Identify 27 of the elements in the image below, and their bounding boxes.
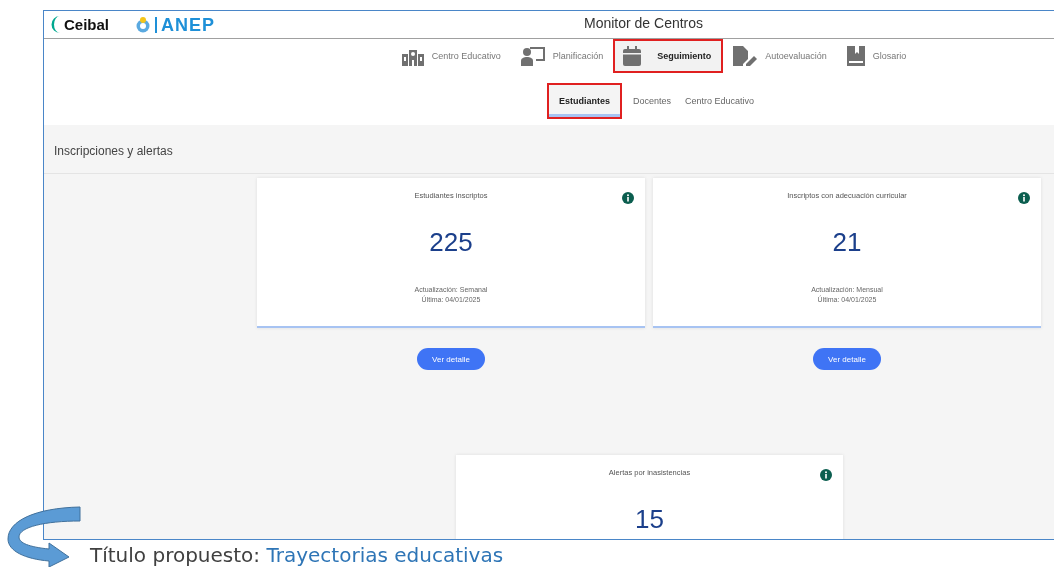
- nav-tab[interactable]: Centro Educativo: [391, 39, 511, 73]
- detail-button[interactable]: Ver detalle: [417, 348, 485, 370]
- nav-tab[interactable]: Autoevaluación: [723, 39, 837, 73]
- proposed-title: Trayectorias educativas: [266, 543, 504, 567]
- sub-tab[interactable]: Docentes: [625, 83, 678, 119]
- metric-value: 15: [635, 504, 664, 535]
- emblem-icon: [135, 16, 151, 33]
- document-pencil-icon: [733, 46, 758, 66]
- window-title: Monitor de Centros: [584, 15, 704, 31]
- sub-tab[interactable]: Centro Educativo: [678, 83, 762, 119]
- nav-tab[interactable]: Seguimiento: [613, 39, 724, 73]
- info-icon[interactable]: [622, 192, 634, 204]
- sub-tab[interactable]: Estudiantes: [546, 83, 622, 119]
- metric-value: 21: [832, 227, 862, 258]
- agency-name: ANEP: [155, 16, 216, 33]
- brand-name: Ceibal: [64, 16, 109, 33]
- presenter-icon: [520, 46, 545, 66]
- calendar-icon: [623, 46, 642, 66]
- annotation-label: Título propuesto:: [90, 543, 261, 567]
- info-icon[interactable]: [1018, 192, 1030, 204]
- section-title: Inscripciones y alertas: [44, 125, 1054, 174]
- nav-tab[interactable]: Planificación: [510, 39, 614, 73]
- nav-tab[interactable]: Glosario: [836, 39, 917, 73]
- detail-button[interactable]: Ver detalle: [813, 348, 881, 370]
- book-icon: [846, 46, 865, 66]
- info-icon[interactable]: [820, 469, 832, 481]
- metric-value: 225: [429, 227, 473, 258]
